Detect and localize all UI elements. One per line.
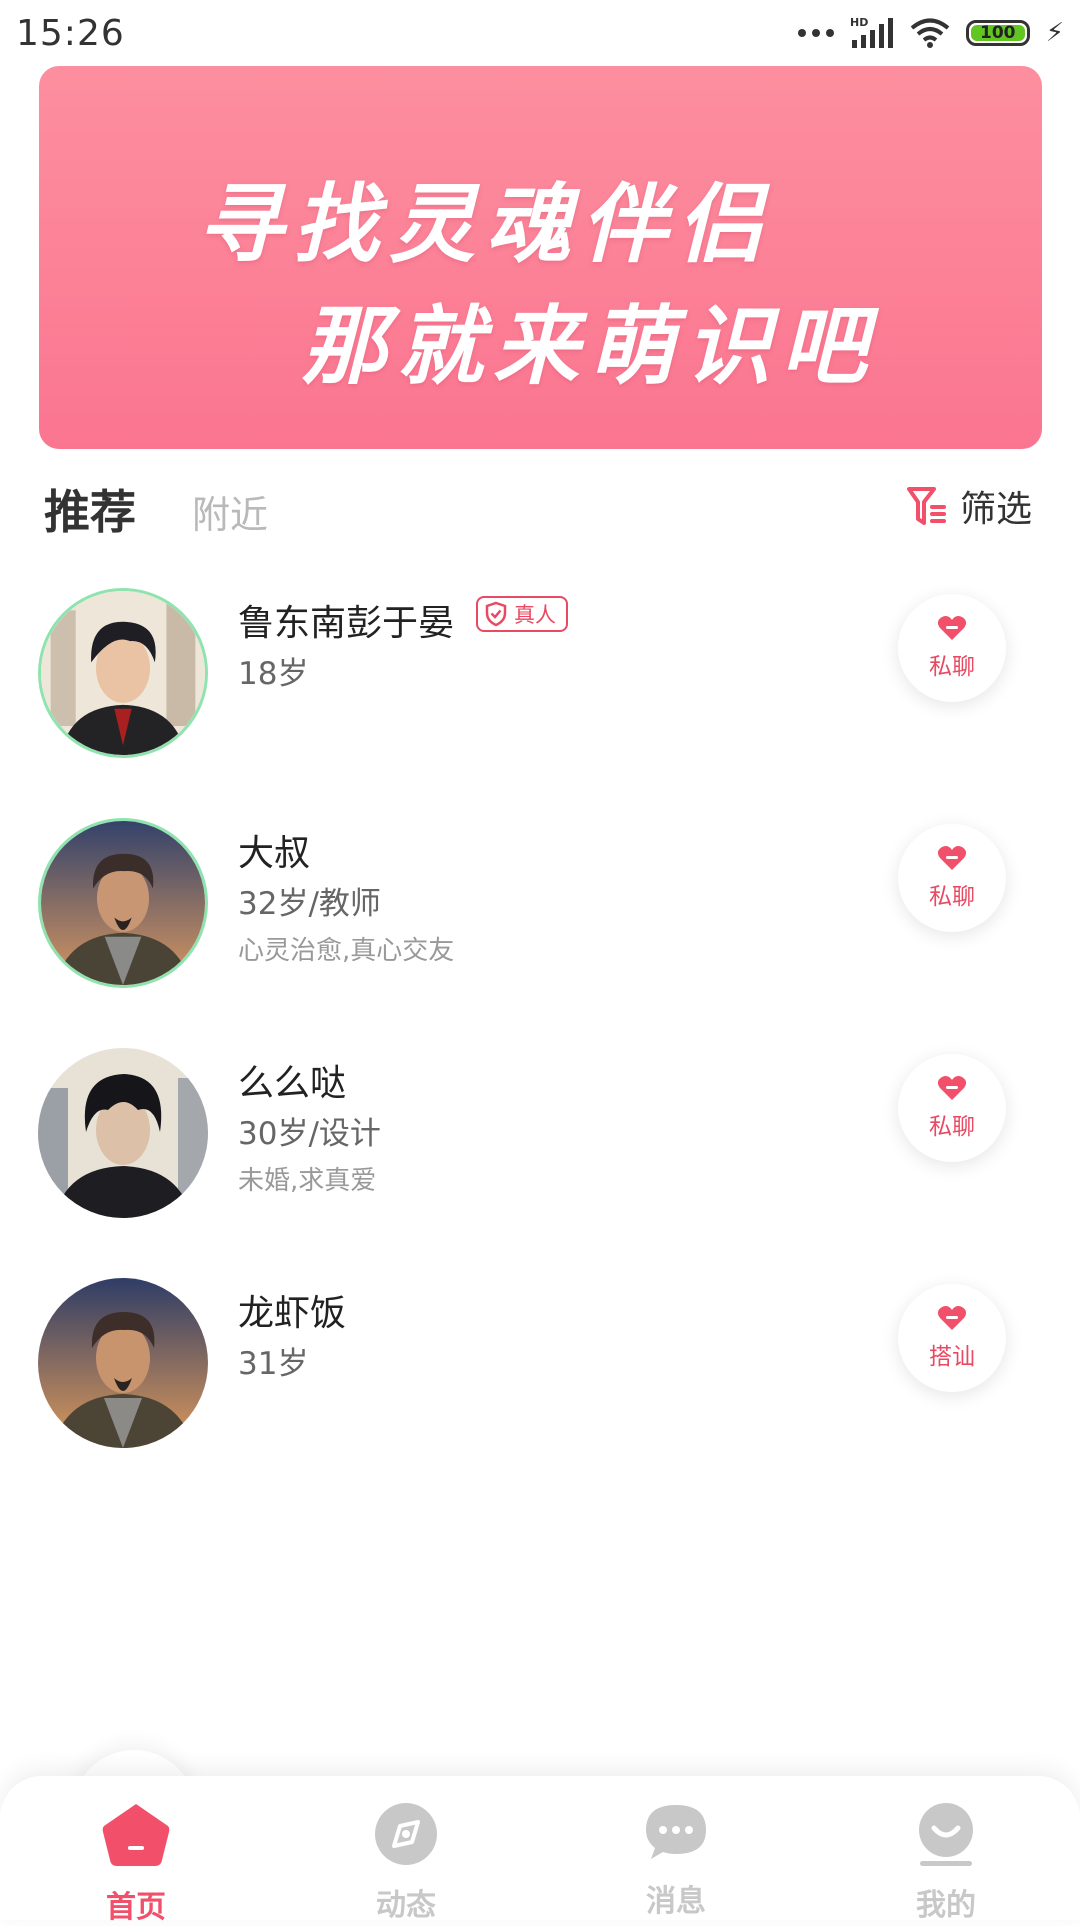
user-card[interactable]: 龙虾饭 31岁 搭讪 — [0, 1278, 1080, 1478]
battery-level: 100 — [979, 23, 1016, 43]
user-card[interactable]: 大叔 32岁/教师 心灵治愈,真心交友 私聊 — [0, 818, 1080, 1018]
wifi-icon — [910, 18, 950, 48]
nav-label: 我的 — [916, 1888, 976, 1923]
user-info: 18岁 — [238, 656, 309, 692]
user-info: 31岁 — [238, 1346, 309, 1382]
avatar[interactable] — [38, 588, 208, 758]
nav-label: 首页 — [106, 1890, 166, 1925]
user-name: 龙虾饭 — [238, 1293, 347, 1334]
message-icon — [646, 1805, 706, 1859]
nav-label: 动态 — [376, 1888, 436, 1923]
feed-tabs: 推荐 附近 筛选 — [0, 470, 1080, 540]
private-chat-button[interactable]: 私聊 — [898, 1054, 1006, 1162]
user-card[interactable]: 鲁东南彭于晏 真人 18岁 私聊 — [0, 588, 1080, 788]
avatar[interactable] — [38, 1048, 208, 1218]
shield-check-icon — [485, 601, 507, 627]
filter-label: 筛选 — [959, 489, 1032, 530]
status-icons: HD 100 ⚡ — [797, 16, 1064, 50]
heart-icon — [937, 846, 967, 870]
heart-icon — [937, 1306, 967, 1330]
charging-icon: ⚡ — [1045, 18, 1064, 48]
nav-moments[interactable]: 动态 — [326, 1776, 486, 1923]
verified-label: 真人 — [514, 603, 556, 627]
chat-button-label: 私聊 — [929, 654, 975, 680]
user-bio: 心灵治愈,真心交友 — [238, 936, 455, 966]
tab-nearby[interactable]: 附近 — [192, 484, 268, 539]
avatar[interactable] — [38, 818, 208, 988]
status-bar: 15:26 HD 100 ⚡ — [0, 0, 1080, 66]
user-name: 鲁东南彭于晏 — [238, 603, 455, 644]
nav-label: 消息 — [646, 1884, 706, 1919]
filter-button[interactable]: 筛选 — [906, 480, 1032, 532]
chat-button-label: 私聊 — [929, 1114, 975, 1140]
banner-line-2: 那就来萌识吧 — [301, 297, 877, 397]
bottom-nav: 首页 动态 消息 我的 — [0, 1776, 1080, 1925]
banner-line-1: 寻找灵魂伴侣 — [197, 175, 773, 275]
tab-recommend[interactable]: 推荐 — [44, 476, 136, 542]
signal-icon: HD — [850, 16, 893, 48]
avatar[interactable] — [38, 1278, 208, 1448]
promo-banner[interactable]: 寻找灵魂伴侣 那就来萌识吧 — [39, 66, 1042, 449]
filter-icon — [906, 487, 946, 525]
nav-profile[interactable]: 我的 — [866, 1776, 1026, 1923]
nav-messages[interactable]: 消息 — [596, 1776, 756, 1920]
profile-icon — [919, 1803, 973, 1866]
chat-button-label: 搭讪 — [929, 1344, 975, 1370]
private-chat-button[interactable]: 私聊 — [898, 824, 1006, 932]
heart-icon — [937, 1076, 967, 1100]
greet-button[interactable]: 搭讪 — [898, 1284, 1006, 1392]
user-card[interactable]: 么么哒 30岁/设计 未婚,求真爱 私聊 — [0, 1048, 1080, 1248]
verified-badge: 真人 — [476, 596, 568, 632]
home-icon — [102, 1804, 170, 1866]
battery-icon: 100 — [965, 20, 1030, 46]
more-dots-icon — [797, 29, 834, 37]
private-chat-button[interactable]: 私聊 — [898, 594, 1006, 702]
network-label: HD — [850, 16, 868, 29]
nav-home[interactable]: 首页 — [56, 1776, 216, 1925]
chat-button-label: 私聊 — [929, 884, 975, 910]
status-time: 15:26 — [16, 12, 125, 54]
user-info: 32岁/教师 — [238, 886, 381, 922]
user-name: 么么哒 — [238, 1063, 347, 1104]
user-name: 大叔 — [238, 833, 311, 874]
compass-icon — [375, 1803, 437, 1865]
user-bio: 未婚,求真爱 — [238, 1166, 377, 1196]
heart-icon — [937, 616, 967, 640]
user-info: 30岁/设计 — [238, 1116, 381, 1152]
